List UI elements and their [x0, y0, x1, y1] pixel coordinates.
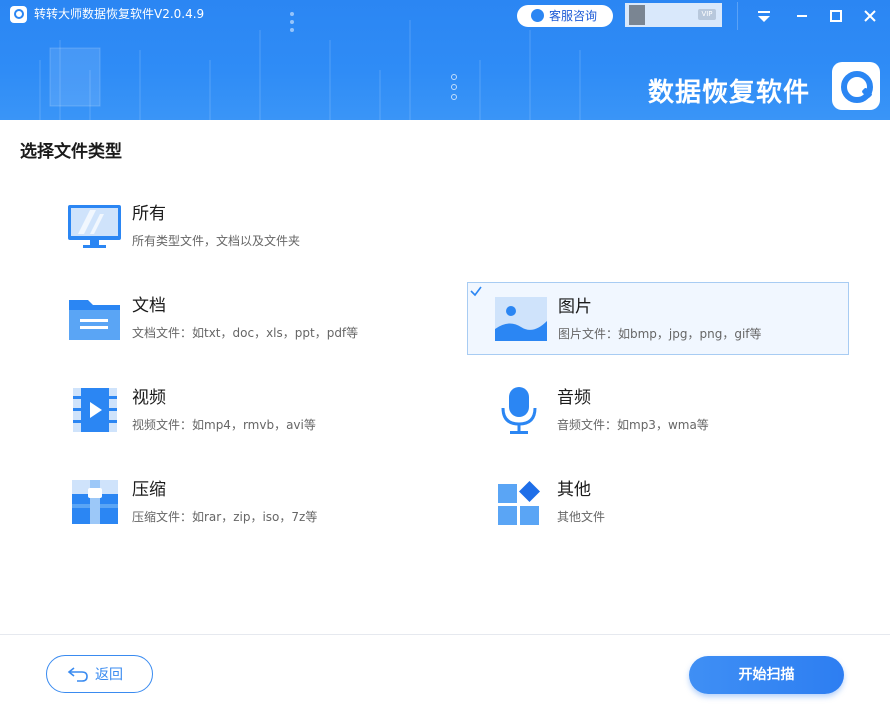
maximize-icon — [830, 10, 842, 22]
back-button[interactable]: 返回 — [46, 655, 153, 693]
checkmark-icon[interactable] — [469, 284, 483, 298]
file-type-title: 压缩 — [132, 480, 166, 500]
minimize-button[interactable] — [792, 6, 812, 26]
file-type-video[interactable]: 视频 视频文件：如mp4，rmvb，avi等 — [68, 384, 448, 456]
image-icon — [495, 297, 547, 341]
video-icon — [73, 388, 117, 432]
file-type-document[interactable]: 文档 文档文件：如txt，doc，xls，ppt，pdf等 — [68, 292, 448, 364]
customer-service-label: 客服咨询 — [549, 9, 598, 23]
file-type-title: 图片 — [558, 297, 592, 317]
app-logo-icon — [10, 6, 27, 23]
section-title: 选择文件类型 — [20, 142, 122, 162]
file-type-desc: 文档文件：如txt，doc，xls，ppt，pdf等 — [132, 326, 359, 340]
file-type-desc: 图片文件：如bmp，jpg，png，gif等 — [558, 327, 762, 341]
file-type-archive[interactable]: 压缩 压缩文件：如rar，zip，iso，7z等 — [68, 476, 448, 548]
user-account-area[interactable]: VIP — [625, 3, 722, 27]
headset-icon — [531, 9, 544, 22]
file-type-title: 音频 — [557, 388, 591, 408]
title-bar: 转转大师数据恢复软件V2.0.4.9 客服咨询 VIP — [0, 0, 890, 32]
undo-arrow-icon — [67, 667, 88, 682]
vip-badge: VIP — [698, 9, 716, 20]
brand-logo-icon — [832, 62, 880, 110]
file-type-other[interactable]: 其他 其他文件 — [493, 476, 873, 548]
close-icon — [864, 10, 876, 22]
menu-icon — [758, 11, 770, 22]
menu-button[interactable] — [754, 6, 774, 26]
close-button[interactable] — [860, 6, 880, 26]
start-scan-label: 开始扫描 — [738, 667, 795, 683]
monitor-icon — [68, 205, 121, 248]
folder-icon — [69, 300, 120, 340]
footer-divider — [0, 634, 890, 635]
start-scan-button[interactable]: 开始扫描 — [689, 656, 844, 694]
file-type-desc: 压缩文件：如rar，zip，iso，7z等 — [132, 510, 318, 524]
minimize-icon — [797, 15, 807, 17]
customer-service-button[interactable]: 客服咨询 — [517, 5, 613, 27]
title-bar-divider — [737, 2, 738, 30]
header-banner: 转转大师数据恢复软件V2.0.4.9 客服咨询 VIP 数据恢复软件 — [0, 0, 890, 120]
file-type-title: 所有 — [132, 204, 166, 224]
file-type-title: 其他 — [557, 480, 591, 500]
file-type-desc: 视频文件：如mp4，rmvb，avi等 — [132, 418, 316, 432]
back-label: 返回 — [95, 667, 123, 683]
maximize-button[interactable] — [826, 6, 846, 26]
file-type-title: 视频 — [132, 388, 166, 408]
grid-icon — [498, 481, 540, 525]
file-type-audio[interactable]: 音频 音频文件：如mp3，wma等 — [493, 384, 873, 456]
avatar — [629, 5, 645, 25]
app-title: 转转大师数据恢复软件V2.0.4.9 — [34, 7, 205, 21]
archive-icon — [72, 480, 118, 524]
file-type-desc: 其他文件 — [557, 510, 606, 524]
file-type-desc: 所有类型文件，文档以及文件夹 — [132, 234, 301, 248]
microphone-icon — [501, 387, 537, 434]
file-type-image[interactable]: 图片 图片文件：如bmp，jpg，png，gif等 — [467, 282, 849, 355]
file-type-desc: 音频文件：如mp3，wma等 — [557, 418, 709, 432]
file-type-all[interactable]: 所有 所有类型文件，文档以及文件夹 — [68, 200, 448, 272]
file-type-title: 文档 — [132, 296, 166, 316]
brand-text: 数据恢复软件 — [648, 78, 811, 108]
